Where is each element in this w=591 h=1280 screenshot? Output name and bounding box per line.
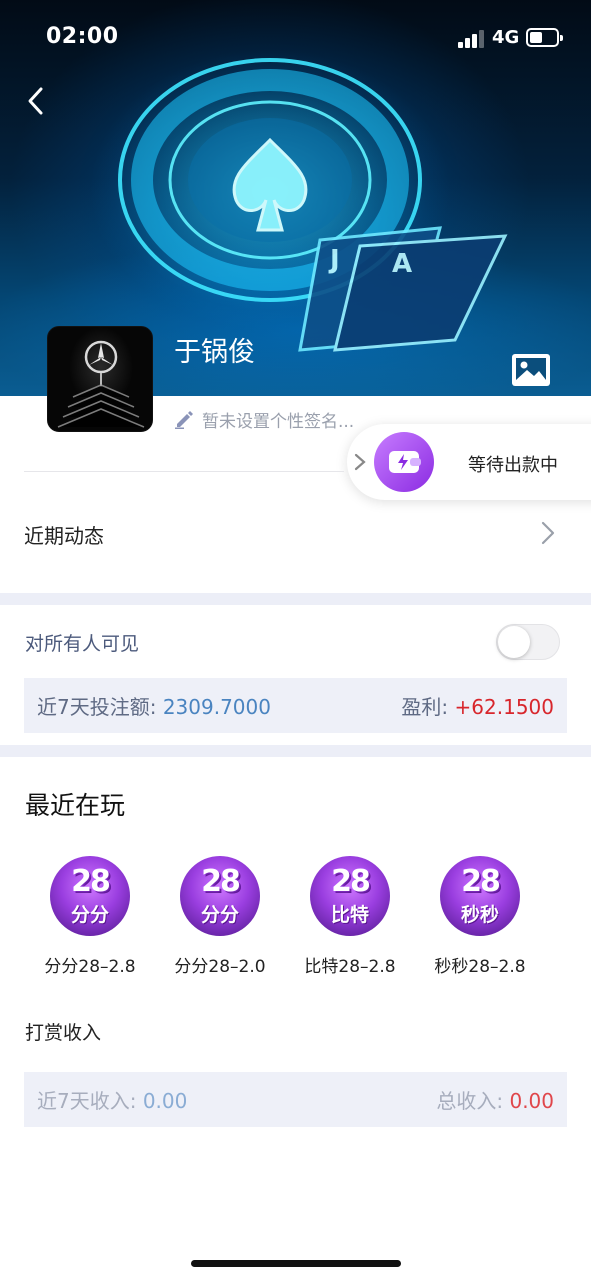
chevron-right-icon <box>354 453 366 471</box>
game-item[interactable]: 28 比特 比特28–2.8 <box>290 856 410 980</box>
status-time: 02:00 <box>46 24 119 49</box>
chevron-right-icon <box>541 521 555 545</box>
game-item[interactable]: 28 分分 分分28–2.0 <box>160 856 280 980</box>
profit: 盈利: +62.1500 <box>401 691 554 720</box>
game-badge-number: 28 <box>71 864 111 899</box>
game-badge-icon: 28 秒秒 <box>440 856 520 936</box>
section-gap <box>0 745 591 757</box>
total-income-value: 0.00 <box>509 1089 554 1113</box>
game-badge-number: 28 <box>201 864 241 899</box>
home-indicator[interactable] <box>191 1260 401 1267</box>
total-income-label: 总收入: <box>436 1089 504 1113</box>
game-badge-number: 28 <box>461 864 501 899</box>
game-item[interactable]: 28 秒秒 秒秒28–2.8 <box>420 856 540 980</box>
withdraw-status-label: 等待出款中 <box>468 455 558 476</box>
network-type: 4G <box>492 27 520 48</box>
profit-label: 盈利: <box>401 695 449 719</box>
game-badge-text: 比特 <box>330 904 369 926</box>
game-badge-text: 分分 <box>200 904 239 926</box>
game-badge-text: 秒秒 <box>460 904 499 926</box>
toggle-knob <box>498 626 530 658</box>
recently-played-list: 28 分分 分分28–2.8 28 分分 分分28–2.0 28 比特 比特28… <box>30 856 570 980</box>
withdraw-status-button[interactable]: 等待出款中 <box>347 424 591 500</box>
username: 于锅俊 <box>174 337 255 368</box>
visibility-label: 对所有人可见 <box>25 633 140 655</box>
visibility-toggle[interactable] <box>496 624 560 660</box>
game-badge-text: 分分 <box>70 904 109 926</box>
pencil-icon <box>175 411 193 429</box>
change-cover-button[interactable] <box>510 352 552 388</box>
week-income: 近7天收入: 0.00 <box>37 1085 187 1114</box>
game-badge-number: 28 <box>331 864 371 899</box>
total-income: 总收入: 0.00 <box>436 1085 554 1114</box>
recent-activity-row[interactable]: 近期动态 <box>0 500 591 566</box>
game-badge-icon: 28 分分 <box>50 856 130 936</box>
bet-amount-value: 2309.7000 <box>162 695 271 719</box>
week-income-value: 0.00 <box>142 1089 188 1113</box>
signal-icon <box>458 30 486 48</box>
battery-icon <box>526 28 563 47</box>
bet-amount: 近7天投注额: 2309.7000 <box>37 691 271 720</box>
recently-played-title: 最近在玩 <box>25 791 126 820</box>
tip-income-box: 近7天收入: 0.00 总收入: 0.00 <box>24 1072 567 1127</box>
game-item[interactable]: 28 分分 分分28–2.8 <box>30 856 150 980</box>
avatar[interactable] <box>47 326 153 432</box>
game-badge-icon: 28 比特 <box>310 856 390 936</box>
game-name: 比特28–2.8 <box>304 957 396 977</box>
game-name: 分分28–2.8 <box>44 957 136 977</box>
wallet-icon <box>374 432 434 492</box>
mercedes-logo-icon <box>57 340 145 428</box>
back-button[interactable] <box>20 84 54 118</box>
bet-amount-label: 近7天投注额: <box>37 695 157 719</box>
svg-text:A: A <box>392 249 412 279</box>
status-bar: 02:00 4G <box>0 0 591 78</box>
game-name: 秒秒28–2.8 <box>434 957 526 977</box>
week-income-label: 近7天收入: <box>37 1089 137 1113</box>
signature-placeholder: 暂未设置个性签名... <box>202 411 355 432</box>
recent-activity-label: 近期动态 <box>24 524 104 548</box>
image-icon <box>512 354 550 386</box>
chevron-left-icon <box>28 87 43 115</box>
tip-income-title: 打赏收入 <box>25 1022 102 1044</box>
signature-field[interactable]: 暂未设置个性签名... <box>174 406 354 432</box>
bet-stats-box: 近7天投注额: 2309.7000 盈利: +62.1500 <box>24 678 567 733</box>
game-name: 分分28–2.0 <box>174 957 266 977</box>
svg-text:J: J <box>328 245 340 275</box>
divider <box>24 471 344 472</box>
profit-value: +62.1500 <box>454 695 554 719</box>
game-badge-icon: 28 分分 <box>180 856 260 936</box>
section-gap <box>0 593 591 605</box>
